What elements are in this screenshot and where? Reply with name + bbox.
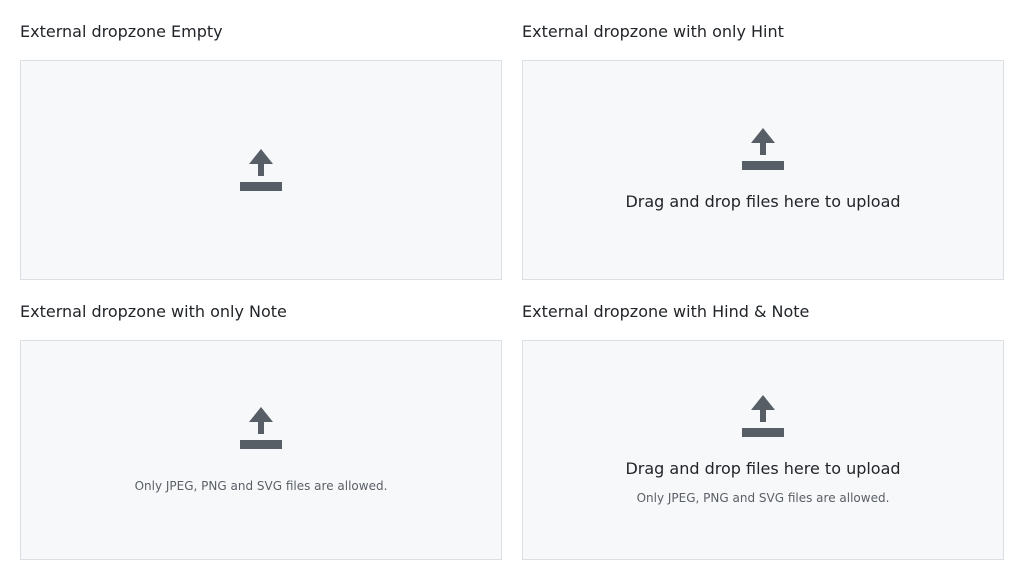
dropzone-empty[interactable] [20, 60, 502, 280]
section-dropzone-empty: External dropzone Empty [20, 22, 502, 280]
dropzone-note: Only JPEG, PNG and SVG files are allowed… [636, 490, 890, 505]
section-dropzone-hint-note: External dropzone with Hind & Note Drag … [522, 302, 1004, 560]
section-title: External dropzone with Hind & Note [522, 302, 810, 321]
section-title: External dropzone with only Hint [522, 22, 784, 41]
section-title: External dropzone with only Note [20, 302, 287, 321]
upload-icon [240, 149, 282, 191]
section-title: External dropzone Empty [20, 22, 223, 41]
dropzone-hint: Drag and drop files here to upload [625, 458, 901, 478]
dropzone-hint: Drag and drop files here to upload [625, 192, 901, 211]
dropzone-with-note[interactable]: Only JPEG, PNG and SVG files are allowed… [20, 340, 502, 560]
dropzone-demo-grid: External dropzone Empty External dropzon… [0, 0, 1024, 580]
upload-icon [742, 394, 784, 437]
dropzone-with-hint-and-note[interactable]: Drag and drop files here to upload Only … [522, 340, 1004, 560]
section-dropzone-note: External dropzone with only Note Only JP… [20, 302, 502, 560]
section-dropzone-hint: External dropzone with only Hint Drag an… [522, 22, 1004, 280]
dropzone-note: Only JPEG, PNG and SVG files are allowed… [134, 478, 388, 493]
upload-icon [742, 128, 784, 170]
dropzone-with-hint[interactable]: Drag and drop files here to upload [522, 60, 1004, 280]
upload-icon [240, 406, 282, 449]
